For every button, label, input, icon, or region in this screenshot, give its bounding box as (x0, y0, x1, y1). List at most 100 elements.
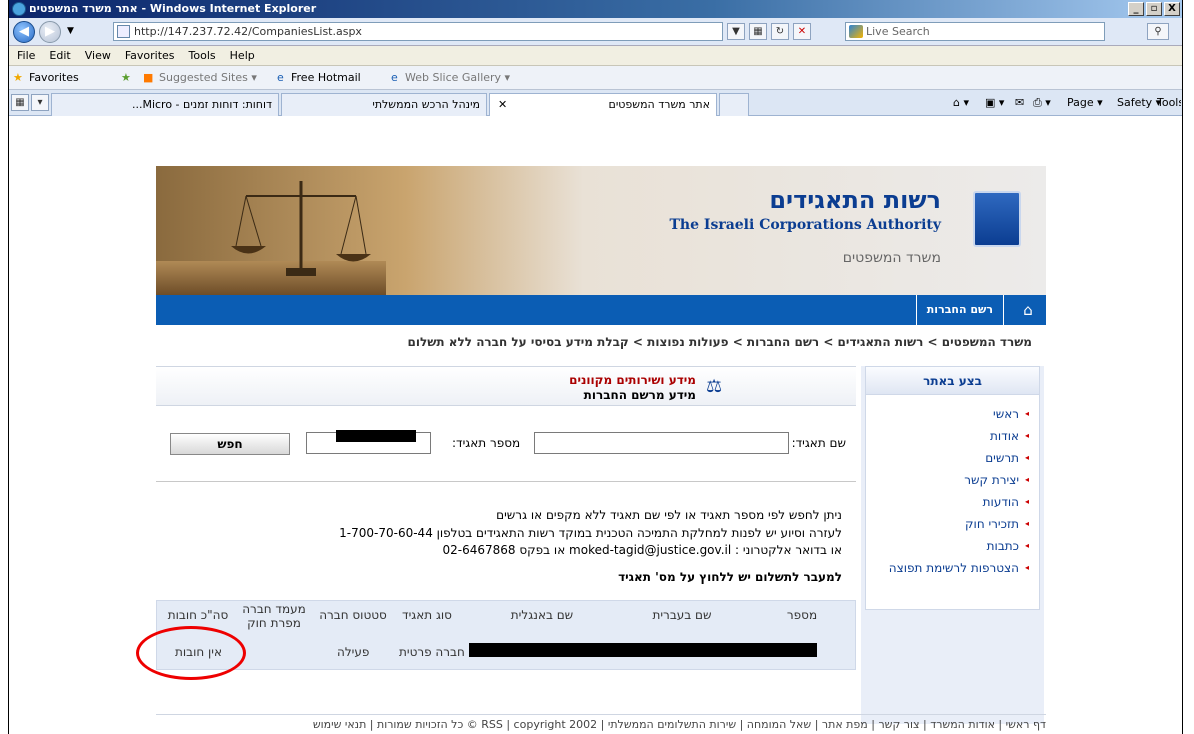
footer-links[interactable]: דף ראשי | אודות המשרד | צור קשר | מפת את… (156, 714, 1046, 734)
stop-icon[interactable]: ✕ (793, 23, 811, 40)
col-hebrew-name: שם בעברית (652, 608, 712, 622)
divider (156, 481, 856, 482)
home-nav-icon[interactable]: ⌂ (1018, 300, 1038, 320)
company-number-label: מספר תאגיד: (452, 436, 521, 450)
home-icon[interactable]: ⌂ ▾ (953, 96, 969, 110)
tab-justice-ministry[interactable]: אתר משרד המשפטים ✕ (489, 93, 717, 117)
results-table: מספר שם בעברית שם באנגלית סוג תאגיד סטטו… (156, 600, 856, 670)
breadcrumb[interactable]: משרד המשפטים > רשות התאגידים > רשם החברו… (408, 335, 1032, 349)
panel-subtitle: מידע מרשם החברות (583, 388, 696, 402)
favorites-button[interactable]: Favorites (29, 66, 79, 90)
col-english-name: שם באנגלית (510, 608, 574, 622)
company-name-label: שם תאגיד: (791, 436, 846, 450)
state-emblem-icon (973, 191, 1021, 247)
close-button[interactable]: X (1164, 2, 1180, 16)
search-icon[interactable]: ⚲ (1147, 23, 1169, 40)
new-tab-button[interactable] (719, 93, 749, 116)
url-input[interactable]: http://147.237.72.42/CompaniesList.aspx (113, 22, 723, 41)
cell-company-status: פעילה (337, 645, 370, 659)
main-nav-bar: ⌂ רשם החברות (156, 295, 1046, 325)
sidebar-list: ראשי אודות תרשים יצירת קשר הודעות תזכירי… (866, 395, 1039, 579)
web-slice-gallery-link[interactable]: Web Slice Gallery ▾ (405, 66, 510, 90)
info-line-support: לעזרה וסיוע יש לפנות למחלקת התמיכה הטכני… (339, 526, 842, 540)
info-line-search-hint: ניתן לחפש לפי מספר תאגיד או לפי שם תאגיד… (496, 508, 842, 522)
highlight-circle (136, 626, 246, 680)
sidebar: בצע באתר ראשי אודות תרשים יצירת קשר הודע… (861, 366, 1044, 724)
panel-header: ⚖ מידע ושירותים מקוונים מידע מרשם החברות (156, 366, 856, 406)
authority-title-english: The Israeli Corporations Authority (669, 217, 941, 233)
sidebar-item-chart[interactable]: תרשים (876, 447, 1029, 469)
col-company-type: סוג תאגיד (402, 608, 452, 622)
browser-window: אתר משרד המשפטים - Windows Internet Expl… (8, 0, 1183, 734)
nav-registry-link[interactable]: רשם החברות (915, 295, 1004, 325)
live-search-input[interactable]: Live Search (845, 22, 1105, 41)
tab-procurement-label: מינהל הרכש הממשלתי (372, 98, 480, 111)
print-icon[interactable]: ⎙ ▾ (1033, 96, 1051, 110)
menu-tools[interactable]: Tools (189, 46, 216, 66)
sidebar-item-articles[interactable]: כתבות (876, 535, 1029, 557)
menu-view[interactable]: View (85, 46, 111, 66)
ie-page-icon-2: e (391, 71, 398, 84)
panel-title: מידע ושירותים מקוונים (569, 373, 696, 387)
favorites-star-icon[interactable]: ★ (13, 66, 23, 90)
scales-logo-icon: ⚖ (706, 376, 723, 397)
tools-menu[interactable]: Tools ▾ (1157, 96, 1181, 110)
feeds-icon[interactable]: ▣ ▾ (985, 96, 1004, 110)
window-title: אתר משרד המשפטים - Windows Internet Expl… (29, 2, 317, 15)
ie-icon (12, 2, 26, 16)
cell-company-type: חברה פרטית (399, 645, 465, 659)
info-line-payment: למעבר לתשלום יש ללחוץ על מס' תאגיד (618, 570, 842, 584)
page-menu[interactable]: Page ▾ (1067, 96, 1103, 110)
free-hotmail-link[interactable]: Free Hotmail (291, 66, 361, 90)
search-form: שם תאגיד: מספר תאגיד: חפש (156, 412, 856, 482)
tab-procurement[interactable]: מינהל הרכש הממשלתי (281, 93, 487, 116)
col-number: מספר (786, 608, 818, 622)
safety-menu[interactable]: Safety ▾ (1117, 96, 1161, 110)
menu-file[interactable]: File (17, 46, 35, 66)
tab-reports[interactable]: דוחות: דוחות זמנים - Micro... (51, 93, 279, 116)
menu-favorites[interactable]: Favorites (125, 46, 175, 66)
sidebar-item-contact[interactable]: יצירת קשר (876, 469, 1029, 491)
live-search-icon (849, 25, 863, 38)
close-tab-icon[interactable]: ✕ (498, 94, 507, 115)
site-banner: רשות התאגידים The Israeli Corporations A… (156, 166, 1046, 295)
url-text: http://147.237.72.42/CompaniesList.aspx (134, 25, 362, 38)
sidebar-item-home[interactable]: ראשי (876, 403, 1029, 425)
tab-list-icon[interactable]: ▾ (31, 94, 49, 111)
maximize-button[interactable]: ▫ (1146, 2, 1162, 16)
ie-page-icon: e (277, 71, 284, 84)
search-button[interactable]: חפש (170, 433, 290, 455)
refresh-icon[interactable]: ↻ (771, 23, 789, 40)
url-dropdown-icon[interactable]: ▼ (727, 23, 745, 40)
history-dropdown-icon[interactable]: ▼ (67, 26, 74, 36)
sidebar-item-about[interactable]: אודות (876, 425, 1029, 447)
quick-tabs-icon[interactable]: ▦ (11, 94, 29, 111)
suggested-sites-link[interactable]: Suggested Sites ▾ (159, 66, 257, 90)
forward-button[interactable]: ▶ (39, 21, 61, 43)
add-favorite-icon[interactable]: ★ (121, 66, 131, 90)
menu-help[interactable]: Help (230, 46, 255, 66)
minimize-button[interactable]: _ (1128, 2, 1144, 16)
company-name-input[interactable] (534, 432, 789, 454)
ministry-name: משרד המשפטים (842, 250, 941, 266)
col-violating-status: מעמד חברה מפרת חוק (242, 602, 306, 630)
favorites-bar: ★ Favorites ★ ■ Suggested Sites ▾ e Free… (9, 66, 1182, 90)
sidebar-item-mailing-list[interactable]: הצטרפות לרשימת תפוצה (876, 557, 1029, 579)
sidebar-item-law-memos[interactable]: תזכירי חוק (876, 513, 1029, 535)
back-button[interactable]: ◀ (13, 21, 35, 43)
menu-bar: File Edit View Favorites Tools Help (9, 46, 1182, 66)
sidebar-box: בצע באתר ראשי אודות תרשים יצירת קשר הודע… (865, 366, 1040, 610)
live-search-placeholder: Live Search (866, 25, 930, 38)
sidebar-title: בצע באתר (866, 367, 1039, 395)
sidebar-item-announcements[interactable]: הודעות (876, 491, 1029, 513)
tab-bar: ▦ ▾ דוחות: דוחות זמנים - Micro... מינהל … (9, 90, 1182, 117)
authority-title-hebrew: רשות התאגידים (769, 186, 941, 214)
redacted-company-row (469, 643, 817, 657)
menu-edit[interactable]: Edit (49, 46, 70, 66)
col-total-debts: סה"כ חובות (167, 608, 229, 622)
redacted-number (336, 430, 416, 442)
title-bar: אתר משרד המשפטים - Windows Internet Expl… (9, 0, 1182, 18)
tab-justice-label: אתר משרד המשפטים (608, 98, 710, 111)
compat-icon[interactable]: ▦ (749, 23, 767, 40)
mail-icon[interactable]: ✉ (1015, 96, 1024, 110)
